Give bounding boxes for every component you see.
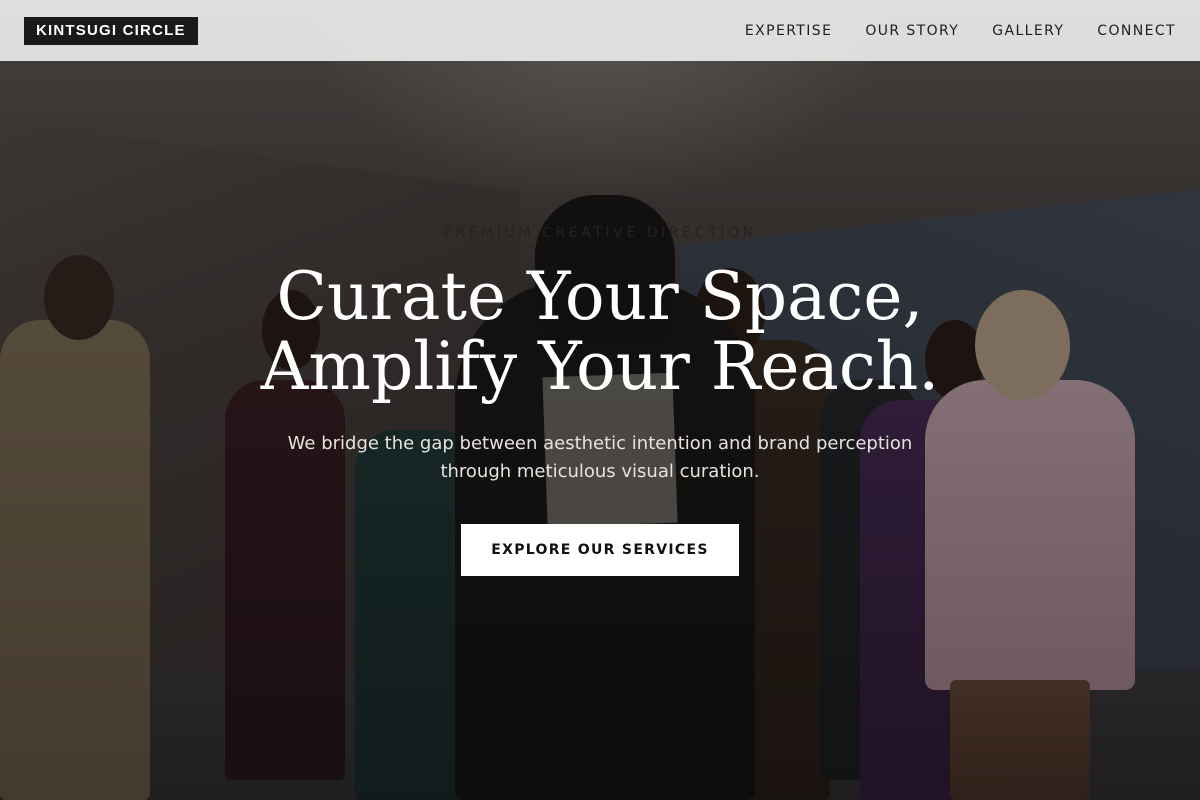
hero-section: PREMIUM CREATIVE DIRECTION Curate Your S… <box>0 0 1200 800</box>
hero-subtext-line-1: We bridge the gap between aesthetic inte… <box>287 433 913 454</box>
brand-logo[interactable]: KINTSUGI CIRCLE <box>24 16 198 45</box>
hero-headline: Curate Your Space, Amplify Your Reach. <box>0 262 1200 402</box>
hero-subtext-line-2: through meticulous visual curation. <box>440 461 760 482</box>
hero-headline-line-2: Amplify Your Reach. <box>260 328 940 405</box>
hero-eyebrow: PREMIUM CREATIVE DIRECTION <box>443 225 757 241</box>
hero-headline-line-1: Curate Your Space, <box>276 258 924 335</box>
hero-subtext: We bridge the gap between aesthetic inte… <box>0 430 1200 486</box>
nav-item-our-story[interactable]: OUR STORY <box>865 23 959 39</box>
site-header: KINTSUGI CIRCLE EXPERTISE OUR STORY GALL… <box>0 0 1200 61</box>
nav-item-connect[interactable]: CONNECT <box>1097 23 1176 39</box>
nav-item-gallery[interactable]: GALLERY <box>992 23 1064 39</box>
main-nav: EXPERTISE OUR STORY GALLERY CONNECT <box>745 23 1176 39</box>
explore-services-button[interactable]: EXPLORE OUR SERVICES <box>461 524 739 576</box>
nav-item-expertise[interactable]: EXPERTISE <box>745 23 832 39</box>
